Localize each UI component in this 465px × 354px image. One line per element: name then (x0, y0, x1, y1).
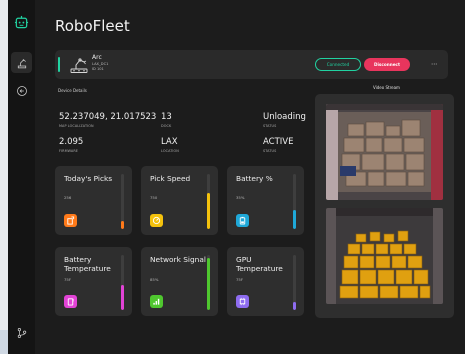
window-edge (0, 0, 8, 354)
detail-status: Unloading STATUS (263, 112, 306, 128)
robot-card: Arc LAX_DC1 ID 101 Connected Disconnect … (55, 50, 448, 79)
metric-tile-gpu-temperature[interactable]: GPU Temperature 75F (227, 247, 304, 316)
camera-feed-raw[interactable] (326, 104, 443, 200)
detail-key: LOCATION (161, 149, 179, 153)
metric-title: Network Signal (150, 255, 206, 264)
sidebar (8, 0, 35, 354)
metric-tile-pick-speed[interactable]: Pick Speed 750 (141, 166, 218, 235)
video-stream-label: Video Stream (373, 85, 400, 90)
detail-key: FIRMWARE (59, 149, 79, 153)
metric-value: 75F (236, 277, 244, 282)
signal-icon (150, 295, 163, 308)
detail-value: 52.237049, 21.017523 (59, 112, 157, 122)
detail-value: LAX (161, 137, 178, 147)
disconnect-button[interactable]: Disconnect (364, 58, 410, 71)
main-content: RoboFleet Arc LAX_DC1 ID 101 Connected D… (35, 0, 465, 354)
camera-feed-detection[interactable] (326, 208, 443, 304)
page-title: RoboFleet (55, 17, 130, 35)
detail-map-localization: 52.237049, 21.017523 MAP LOCALIZATION (59, 112, 156, 128)
robot-arm-nav-icon[interactable] (11, 52, 32, 73)
metric-value: 256 (64, 195, 72, 200)
detail-value: ACTIVE (263, 137, 294, 147)
detail-location: LAX LOCATION (161, 137, 179, 153)
metric-value: 85% (150, 277, 159, 282)
metric-title: GPU Temperature (236, 255, 283, 273)
robot-name: Arc (92, 54, 102, 61)
speed-icon (150, 214, 163, 227)
robot-location: LAX_DC1 (92, 62, 109, 66)
detail-firmware: 2.095 FIRMWARE (59, 137, 83, 153)
metric-level-fill (121, 285, 124, 310)
metric-value: 75F (64, 277, 72, 282)
thermometer-icon (64, 295, 77, 308)
metric-level-fill (207, 193, 210, 229)
metric-title: Battery Temperature (64, 255, 111, 273)
battery-icon (236, 214, 249, 227)
robot-arm-icon (68, 54, 90, 74)
detail-value: 2.095 (59, 137, 84, 147)
device-details-label: Device Details (58, 88, 87, 93)
metric-level-track (207, 174, 210, 229)
detail-key: DOCK (161, 124, 172, 128)
metric-tile-todays-picks[interactable]: Today's Picks 256 (55, 166, 132, 235)
robot-selected-indicator (58, 57, 60, 72)
metric-value: 35% (236, 195, 245, 200)
metric-tile-battery-temperature[interactable]: Battery Temperature 75F (55, 247, 132, 316)
metric-level-track (121, 174, 124, 229)
git-branch-icon[interactable] (11, 322, 32, 343)
metric-tile-battery[interactable]: Battery % 35% (227, 166, 304, 235)
metric-level-track (121, 255, 124, 310)
metric-level-fill (293, 301, 296, 310)
metric-title: Today's Picks (64, 174, 113, 183)
metric-title: Pick Speed (150, 174, 191, 183)
picks-icon (64, 214, 77, 227)
robot-id: ID 101 (92, 67, 104, 71)
metric-value: 750 (150, 195, 158, 200)
back-arrow-icon[interactable] (11, 80, 32, 101)
metric-title: Battery % (236, 174, 273, 183)
detail-active-status: ACTIVE STATUS (263, 137, 294, 153)
detail-key: STATUS (263, 149, 277, 153)
metric-level-fill (121, 220, 124, 229)
metric-tile-network-signal[interactable]: Network Signal 85% (141, 247, 218, 316)
detail-dock: 13 DOCK (161, 112, 172, 128)
detail-value: Unloading (263, 112, 306, 122)
connected-button[interactable]: Connected (315, 58, 361, 71)
metric-level-fill (293, 209, 296, 229)
metric-level-fill (207, 257, 210, 310)
video-stream-panel (315, 94, 454, 318)
more-options-button[interactable]: ··· (427, 57, 441, 71)
metric-level-track (293, 255, 296, 310)
metric-level-track (207, 255, 210, 310)
metric-level-track (293, 174, 296, 229)
robot-logo-icon[interactable] (11, 12, 32, 33)
detail-key: MAP LOCALIZATION (59, 124, 94, 128)
gpu-temp-icon (236, 295, 249, 308)
detail-value: 13 (161, 112, 172, 122)
detail-key: STATUS (263, 124, 277, 128)
